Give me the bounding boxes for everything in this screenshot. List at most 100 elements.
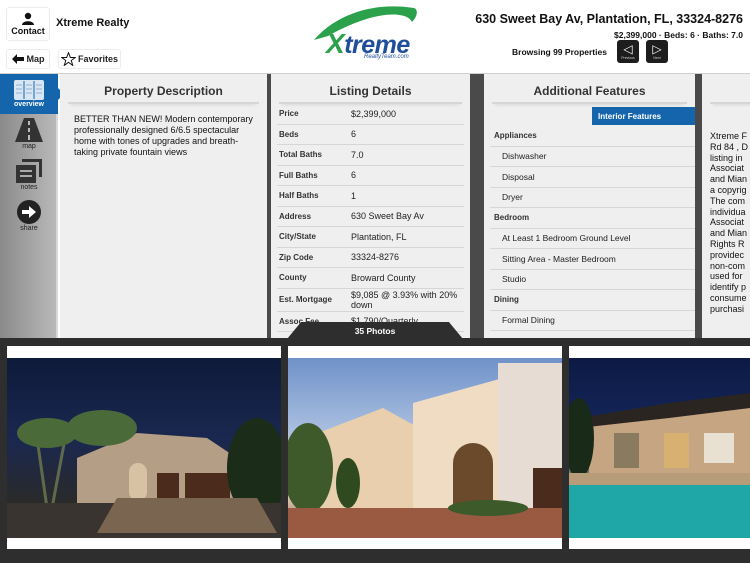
- listing-value: 33324-8276: [351, 252, 400, 263]
- sidebar-item-share[interactable]: share: [0, 200, 58, 232]
- feature-item: Formal Dining: [490, 311, 695, 331]
- disclaimer-title: [710, 74, 750, 104]
- disclaimer-line: a copyrig: [710, 184, 747, 195]
- favorites-label: Favorites: [77, 54, 119, 64]
- map-label: Map: [26, 54, 45, 64]
- feature-item: Dryer: [490, 188, 695, 208]
- logo-letter-x: X: [326, 28, 345, 59]
- disclaimer-line: and Mian: [710, 174, 748, 185]
- disclaimer-panel: Xtreme F Rd 84 , Dlisting in Associat and M…: [702, 74, 750, 338]
- feature-item: Studio: [490, 270, 695, 290]
- listing-key: Full Baths: [279, 170, 318, 180]
- disclaimer-line: individua: [710, 206, 746, 217]
- feature-group-header: Bedroom: [490, 208, 695, 229]
- description-text: BETTER THAN NEW! Modern contemporary pro…: [74, 114, 253, 157]
- sidebar: overview map notes share: [0, 74, 64, 338]
- listing-row: City/State Plantation, FL: [277, 227, 464, 248]
- overview-icon: [14, 80, 44, 100]
- listing-row: County Broward County: [277, 268, 464, 289]
- listing-key: County: [279, 273, 307, 283]
- previous-label: Previous: [621, 56, 635, 60]
- listing-row: Address 630 Sweet Bay Av: [277, 207, 464, 227]
- sidebar-item-overview[interactable]: overview: [0, 74, 64, 114]
- listing-value: Broward County: [351, 272, 416, 283]
- listing-key: Beds: [279, 129, 299, 139]
- house-front-photo: [288, 358, 562, 538]
- property-summary: $2,399,000 · Beds: 6 · Baths: 7.0: [614, 30, 743, 40]
- listing-value: $2,399,000: [351, 108, 397, 119]
- listing-value: 7.0: [351, 149, 364, 160]
- listing-value: 6: [351, 129, 357, 140]
- listing-row: Half Baths 1: [277, 186, 464, 207]
- sidebar-label-notes: notes: [20, 184, 38, 191]
- sidebar-item-notes[interactable]: notes: [0, 159, 58, 191]
- disclaimer-text: Xtreme F Rd 84 , Dlisting in Associat and M…: [710, 131, 750, 315]
- feature-item: Dishwasher: [490, 147, 695, 167]
- favorites-button[interactable]: Favorites: [58, 49, 121, 69]
- listing-details-table: Price $2,399,000 Beds 6 Total Baths 7.0 Full B…: [277, 104, 464, 332]
- listing-key: Price: [279, 109, 299, 119]
- interior-features-tab[interactable]: Interior Features: [592, 107, 695, 125]
- house-night-photo: [7, 358, 281, 538]
- disclaimer-line: purchasi: [710, 303, 745, 314]
- listing-row: Price $2,399,000: [277, 104, 464, 125]
- listing-key: City/State: [279, 232, 316, 242]
- disclaimer-line: Associat: [710, 163, 745, 174]
- person-icon: [22, 12, 34, 25]
- photo-thumbnail[interactable]: [7, 346, 281, 549]
- next-property-button[interactable]: ▷ Next: [646, 40, 668, 63]
- brand-logo: Xtreme RealtyTeam.com: [308, 2, 423, 66]
- contact-button[interactable]: Contact: [6, 7, 50, 41]
- road-icon: [15, 118, 43, 142]
- sidebar-item-map[interactable]: map: [0, 118, 58, 150]
- previous-property-button[interactable]: ◁ Previous: [617, 40, 639, 63]
- disclaimer-line: listing in: [710, 152, 743, 163]
- listing-details-panel: Listing Details Price $2,399,000 Beds 6 Tota…: [271, 74, 470, 338]
- pool-night-photo: [569, 358, 750, 538]
- photo-thumbnail[interactable]: [288, 346, 562, 549]
- disclaimer-line: identify p: [710, 282, 747, 293]
- disclaimer-line: Rights R: [710, 238, 745, 249]
- additional-features-panel: Additional Features Interior Features Ap…: [484, 74, 695, 338]
- property-address-title: 630 Sweet Bay Av, Plantation, FL, 33324-…: [475, 12, 743, 26]
- feature-item: Disposal: [490, 167, 695, 188]
- sidebar-label-share: share: [20, 225, 38, 232]
- additional-features-title: Additional Features: [492, 74, 687, 104]
- features-list: Appliances Dishwasher Disposal Dryer Bedroom…: [490, 126, 695, 331]
- disclaimer-line: non-com: [710, 260, 746, 271]
- back-to-map-button[interactable]: Map: [6, 49, 50, 69]
- next-label: Next: [653, 56, 661, 60]
- disclaimer-line: The com: [710, 195, 746, 206]
- feature-item: At Least 1 Bedroom Ground Level: [490, 229, 695, 249]
- disclaimer-line: Rd 84 , D: [710, 141, 749, 152]
- listing-row: Est. Mortgage $9,085 @ 3.93% with 20% dow…: [277, 289, 464, 312]
- header: Contact Xtreme Realty Map Favorites Xtre…: [0, 0, 750, 74]
- disclaimer-line: consume: [710, 292, 747, 303]
- detail-panels[interactable]: Property Description BETTER THAN NEW! Mo…: [60, 74, 750, 338]
- back-arrow-icon: [11, 54, 24, 64]
- browsing-count: Browsing 99 Properties: [512, 47, 607, 57]
- feature-item: Sitting Area - Master Bedroom: [490, 249, 695, 270]
- share-arrow-icon: [17, 200, 41, 224]
- listing-row: Full Baths 6: [277, 166, 464, 186]
- listing-row: Beds 6: [277, 125, 464, 145]
- feature-group-header: Appliances: [490, 126, 695, 147]
- agent-name: Xtreme Realty: [56, 17, 130, 29]
- listing-key: Est. Mortgage: [279, 295, 332, 304]
- disclaimer-line: providec: [710, 249, 745, 260]
- sidebar-label-map: map: [22, 143, 36, 150]
- star-icon: [60, 52, 76, 66]
- feature-group-header: Dining: [490, 290, 695, 311]
- photo-thumbnail[interactable]: [569, 346, 750, 549]
- photos-count-tab[interactable]: 35 Photos: [287, 322, 463, 339]
- listing-key: Total Baths: [279, 150, 322, 160]
- listing-value: 1: [351, 190, 357, 201]
- disclaimer-line: Associat: [710, 217, 745, 228]
- listing-details-title: Listing Details: [279, 74, 462, 104]
- listing-value: 6: [351, 170, 357, 181]
- description-panel: Property Description BETTER THAN NEW! Mo…: [60, 74, 267, 338]
- chevron-right-icon: ▷: [652, 42, 662, 56]
- listing-value: Plantation, FL: [351, 231, 407, 242]
- listing-row: Total Baths 7.0: [277, 145, 464, 166]
- listing-key: Half Baths: [279, 191, 319, 201]
